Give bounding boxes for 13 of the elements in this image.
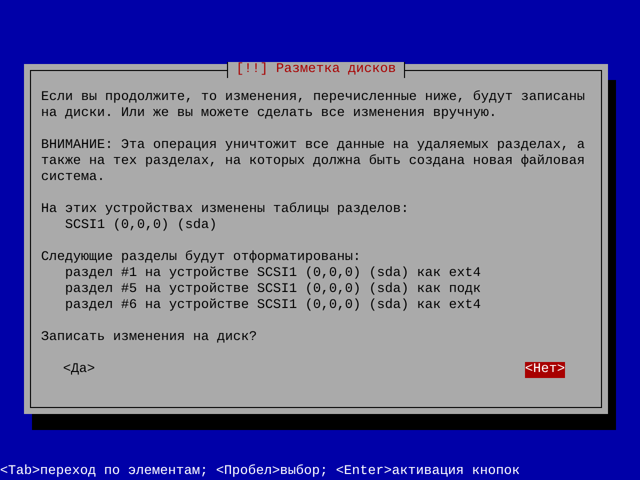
dialog-title: [!!] Разметка дисков (227, 62, 405, 78)
list-item: раздел #6 на устройстве SCSI1 (0,0,0) (sda) как ext4 (64, 298, 482, 314)
list-heading: Следующие разделы будут отформатированы: (41, 250, 362, 266)
list-item: SCSI1 (0,0,0) (sda) (64, 218, 218, 234)
list-item: раздел #5 на устройстве SCSI1 (0,0,0) (sda) как подк (64, 282, 482, 298)
message-text: Записать изменения на диск? (41, 330, 258, 346)
list-heading: На этих устройствах изменены таблицы разделов: (41, 202, 410, 218)
dialog-button[interactable]: <Да> (63, 362, 95, 378)
message-text: Если вы продолжите, то изменения, перечисленные ниже, будут записаны на диски. Или же вы можете сделать все изменения вручную. (41, 90, 586, 122)
list-item: раздел #1 на устройстве SCSI1 (0,0,0) (sda) как ext4 (64, 266, 482, 282)
status-text: <Tab>переход по элементам; <Пробел>выбор; <Enter>активация кнопок (0, 464, 521, 480)
dialog-button[interactable]: <Нет> (525, 362, 565, 378)
message-text: ВНИМАНИЕ: Эта операция уничтожит все данные на удаляемых разделах, а также на тех разделах, на которых должна быть создана новая файловая система. (41, 138, 586, 186)
